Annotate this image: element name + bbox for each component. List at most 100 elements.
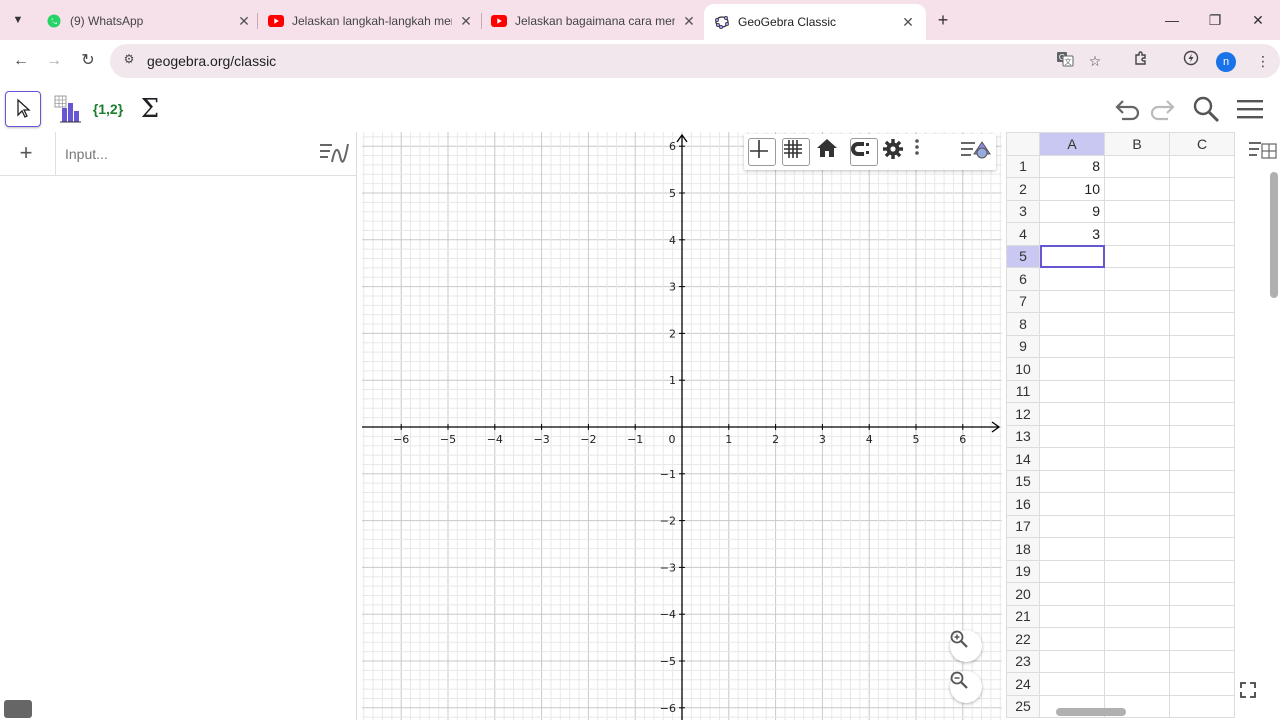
search-icon[interactable]: [1189, 92, 1223, 126]
algebra-input[interactable]: [55, 132, 310, 176]
cell-c2[interactable]: [1169, 177, 1235, 201]
row-header[interactable]: 17: [1006, 514, 1040, 538]
more-options-icon[interactable]: [914, 138, 942, 166]
row-header[interactable]: 19: [1006, 559, 1040, 583]
cell-c4[interactable]: [1169, 222, 1235, 246]
restore-window-icon[interactable]: ❐: [1195, 8, 1235, 32]
cell-a6[interactable]: [1039, 267, 1105, 291]
row-header[interactable]: 16: [1006, 492, 1040, 516]
translate-icon[interactable]: G文: [1054, 50, 1076, 72]
cell-a13[interactable]: [1039, 424, 1105, 448]
row-header[interactable]: 14: [1006, 447, 1040, 471]
sum-tool-button[interactable]: Σ: [132, 91, 168, 127]
cell-b5[interactable]: [1104, 244, 1170, 268]
row-header[interactable]: 2: [1006, 177, 1040, 201]
cell-b14[interactable]: [1104, 447, 1170, 471]
cell-b13[interactable]: [1104, 424, 1170, 448]
column-header-b[interactable]: B: [1104, 132, 1170, 156]
cell-c9[interactable]: [1169, 334, 1235, 358]
cell-c5[interactable]: [1169, 244, 1235, 268]
cell-b23[interactable]: [1104, 649, 1170, 673]
redo-icon[interactable]: [1146, 92, 1180, 126]
cell-a1[interactable]: 8: [1039, 154, 1105, 178]
cell-b21[interactable]: [1104, 604, 1170, 628]
cell-a4[interactable]: 3: [1039, 222, 1105, 246]
list-tool-button[interactable]: {1,2}: [90, 91, 126, 127]
browser-menu-icon[interactable]: ⋮: [1252, 50, 1274, 72]
row-header[interactable]: 22: [1006, 627, 1040, 651]
cell-c16[interactable]: [1169, 492, 1235, 516]
cell-a14[interactable]: [1039, 447, 1105, 471]
horizontal-scrollbar[interactable]: [1056, 708, 1126, 716]
cell-b15[interactable]: [1104, 469, 1170, 493]
close-tab-icon[interactable]: ✕: [900, 14, 916, 31]
cell-a17[interactable]: [1039, 514, 1105, 538]
fullscreen-icon[interactable]: [1238, 680, 1258, 700]
cell-c3[interactable]: [1169, 199, 1235, 223]
tab-whatsapp[interactable]: (9) WhatsApp ✕: [46, 8, 252, 34]
cell-a16[interactable]: [1039, 492, 1105, 516]
reload-icon[interactable]: ↻: [75, 48, 101, 74]
column-header-c[interactable]: C: [1169, 132, 1235, 156]
extensions-icon[interactable]: [1130, 50, 1152, 72]
row-header[interactable]: 3: [1006, 199, 1040, 223]
cell-c25[interactable]: [1169, 694, 1235, 718]
zoom-in-button[interactable]: [950, 630, 982, 662]
site-info-icon[interactable]: ⚙: [120, 52, 138, 70]
cell-a18[interactable]: [1039, 537, 1105, 561]
cell-b16[interactable]: [1104, 492, 1170, 516]
performance-icon[interactable]: [1180, 50, 1202, 72]
tab-youtube-1[interactable]: Jelaskan langkah-langkah meng ✕: [268, 8, 474, 34]
move-tool-button[interactable]: [5, 91, 41, 127]
cell-c7[interactable]: [1169, 289, 1235, 313]
row-header[interactable]: 8: [1006, 312, 1040, 336]
chart-tool-button[interactable]: [50, 91, 86, 127]
corner-cell[interactable]: [1006, 132, 1040, 156]
coordinate-grid[interactable]: −6 −5 −4 −3 −2 −1 0 1 2 3 4 5 6 6 5 4 3 2 1 −1 −2 −3 −4 −5 −6: [362, 132, 1002, 720]
new-tab-icon[interactable]: +: [932, 9, 954, 31]
row-header[interactable]: 20: [1006, 582, 1040, 606]
cell-a22[interactable]: [1039, 627, 1105, 651]
cell-b24[interactable]: [1104, 672, 1170, 696]
spreadsheet-style-bar-icon[interactable]: [1248, 138, 1278, 164]
cell-a8[interactable]: [1039, 312, 1105, 336]
cell-b4[interactable]: [1104, 222, 1170, 246]
row-header[interactable]: 6: [1006, 267, 1040, 291]
bookmark-star-icon[interactable]: ☆: [1084, 50, 1106, 72]
row-header[interactable]: 12: [1006, 402, 1040, 426]
row-header[interactable]: 23: [1006, 649, 1040, 673]
cell-c14[interactable]: [1169, 447, 1235, 471]
cell-c20[interactable]: [1169, 582, 1235, 606]
cell-a20[interactable]: [1039, 582, 1105, 606]
minimize-icon[interactable]: —: [1152, 8, 1192, 32]
standard-view-home-icon[interactable]: [816, 138, 844, 166]
row-header[interactable]: 15: [1006, 469, 1040, 493]
row-header[interactable]: 24: [1006, 672, 1040, 696]
graphics-view[interactable]: −6 −5 −4 −3 −2 −1 0 1 2 3 4 5 6 6 5 4 3 2 1 −1 −2 −3 −4 −5 −6: [362, 132, 1002, 720]
cell-b3[interactable]: [1104, 199, 1170, 223]
cell-b22[interactable]: [1104, 627, 1170, 651]
row-header[interactable]: 10: [1006, 357, 1040, 381]
cell-b17[interactable]: [1104, 514, 1170, 538]
row-header[interactable]: 7: [1006, 289, 1040, 313]
row-header[interactable]: 1: [1006, 154, 1040, 178]
tab-youtube-2[interactable]: Jelaskan bagaimana cara mene ✕: [491, 8, 697, 34]
cell-a23[interactable]: [1039, 649, 1105, 673]
cell-a5[interactable]: [1039, 244, 1105, 268]
graphics-settings-gear-icon[interactable]: [882, 138, 910, 166]
cell-c11[interactable]: [1169, 379, 1235, 403]
cell-a19[interactable]: [1039, 559, 1105, 583]
cell-c19[interactable]: [1169, 559, 1235, 583]
cell-c8[interactable]: [1169, 312, 1235, 336]
cell-a10[interactable]: [1039, 357, 1105, 381]
row-header[interactable]: 21: [1006, 604, 1040, 628]
cell-a7[interactable]: [1039, 289, 1105, 313]
forward-icon[interactable]: →: [41, 48, 67, 74]
keyboard-icon[interactable]: [4, 700, 32, 718]
algebra-style-icon[interactable]: [318, 140, 352, 166]
address-bar[interactable]: ⚙ geogebra.org/classic G文 ☆ n ⋮: [110, 44, 1280, 78]
undo-icon[interactable]: [1110, 92, 1144, 126]
toggle-style-bar-icon[interactable]: [960, 138, 992, 166]
toggle-grid-button[interactable]: [782, 138, 810, 166]
cell-a2[interactable]: 10: [1039, 177, 1105, 201]
